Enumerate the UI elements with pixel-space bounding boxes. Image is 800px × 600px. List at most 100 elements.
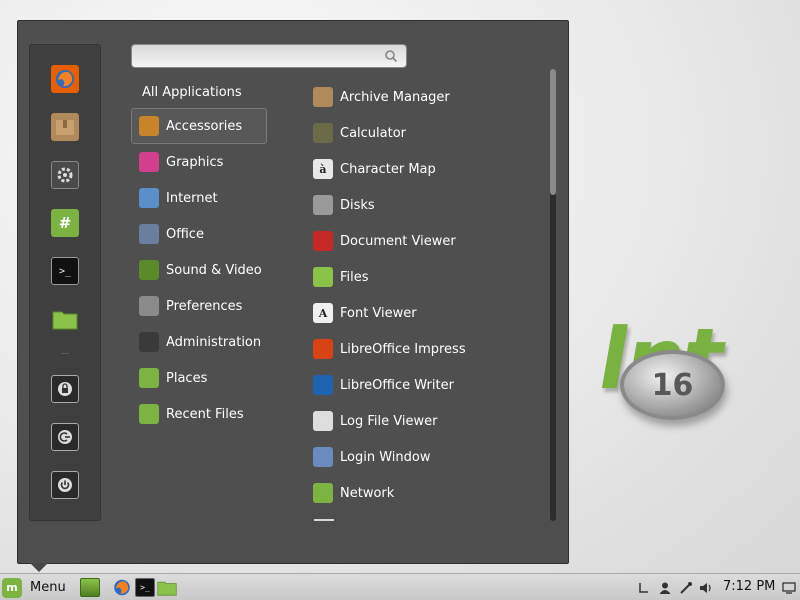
workspace-icon [782,581,796,594]
search-field[interactable] [131,44,407,68]
partial-list-item [314,519,334,521]
application-item[interactable]: Files [307,259,547,295]
application-label: Files [340,269,369,285]
document-viewer-icon [313,231,333,251]
application-item[interactable]: Calculator [307,115,547,151]
network-icon [313,483,333,503]
application-item[interactable]: LibreOffice Writer [307,367,547,403]
show-desktop-launcher[interactable] [80,578,100,597]
application-label: Document Viewer [340,233,456,249]
application-label: LibreOffice Impress [340,341,466,357]
scrollbar-thumb[interactable] [550,69,556,195]
application-item[interactable]: A Font Viewer [307,295,547,331]
category-label: Recent Files [166,406,244,422]
application-item[interactable]: Archive Manager [307,79,547,115]
application-item[interactable]: à Character Map [307,151,547,187]
favorite-firefox[interactable] [51,65,79,93]
favorite-archive-manager[interactable] [51,113,79,141]
preferences-icon [139,296,159,316]
application-item[interactable]: Log File Viewer [307,403,547,439]
category-item[interactable]: Internet [131,180,267,216]
disks-icon [313,195,333,215]
category-item[interactable]: Graphics [131,144,267,180]
category-label: Sound & Video [166,262,262,278]
user-icon [659,582,671,594]
application-label: Network [340,485,395,501]
keyboard-icon [639,582,648,593]
lock-screen-icon [58,382,72,396]
files-icon [313,267,333,287]
network-tray[interactable] [678,578,694,597]
lock-screen-button[interactable] [51,375,79,403]
category-item[interactable]: Office [131,216,267,252]
character-map-icon: à [313,159,333,179]
logout-button[interactable] [51,423,79,451]
application-label: Font Viewer [340,305,417,321]
recent-files-icon [139,404,159,424]
category-label: Accessories [166,118,243,134]
favorite-terminal[interactable]: >_ [51,257,79,285]
application-label: Disks [340,197,375,213]
accessories-icon [139,116,159,136]
workspace-switcher[interactable] [781,578,797,597]
files-launcher[interactable] [157,578,177,597]
application-label: Character Map [340,161,436,177]
application-label: Archive Manager [340,89,450,105]
category-item[interactable]: Accessories [131,108,267,144]
category-label: Graphics [166,154,224,170]
office-icon [139,224,159,244]
hexchat-icon: # [58,214,72,232]
favorites-separator [61,353,69,354]
archive-manager-icon [313,87,333,107]
font-viewer-icon: A [313,303,333,323]
log-file-viewer-icon [313,411,333,431]
search-input[interactable] [138,47,368,65]
terminal-icon: >_ [58,265,72,277]
favorite-hexchat[interactable]: # [51,209,79,237]
keyboard-tray[interactable] [636,578,652,597]
category-label: Office [166,226,204,242]
application-item[interactable]: Network [307,475,547,511]
application-item[interactable]: Disks [307,187,547,223]
graphics-icon [139,152,159,172]
login-window-icon [313,447,333,467]
libreoffice-writer-icon [313,375,333,395]
administration-icon [139,332,159,352]
category-item[interactable]: Places [131,360,267,396]
wallpaper-version-badge: 16 [620,350,725,420]
favorites-panel: # >_ [29,44,101,521]
application-label: Log File Viewer [340,413,438,429]
category-item[interactable]: Recent Files [131,396,267,432]
libreoffice-impress-icon [313,339,333,359]
calculator-icon [313,123,333,143]
favorite-system-settings[interactable] [51,161,79,189]
terminal-icon: >_ [140,583,150,592]
shutdown-button[interactable] [51,471,79,499]
network-icon [680,581,692,594]
volume-tray[interactable] [698,578,714,597]
user-tray[interactable] [657,578,673,597]
linux-mint-logo-icon: m [2,577,22,598]
archive-manager-icon [56,120,74,135]
application-list-scrollbar[interactable] [550,69,556,521]
application-menu: # >_ All Applications Accessories Graphi… [17,20,569,564]
favorite-files[interactable] [51,305,79,333]
category-label: Places [166,370,208,386]
application-label: LibreOffice Writer [340,377,454,393]
terminal-launcher[interactable]: >_ [135,578,155,597]
firefox-launcher[interactable] [112,578,132,597]
application-item[interactable]: Login Window [307,439,547,475]
firefox-icon [114,579,130,596]
firefox-icon [56,70,74,88]
category-item[interactable]: Preferences [131,288,267,324]
search-icon [385,50,398,63]
category-item[interactable]: Administration [131,324,267,360]
clock[interactable]: 7:12 PM [723,579,775,594]
category-item[interactable]: Sound & Video [131,252,267,288]
all-applications-category[interactable]: All Applications [142,85,242,100]
menu-button[interactable]: m Menu [2,577,66,598]
category-label: Internet [166,190,218,206]
application-item[interactable]: Document Viewer [307,223,547,259]
application-item[interactable]: LibreOffice Impress [307,331,547,367]
application-label: Login Window [340,449,431,465]
